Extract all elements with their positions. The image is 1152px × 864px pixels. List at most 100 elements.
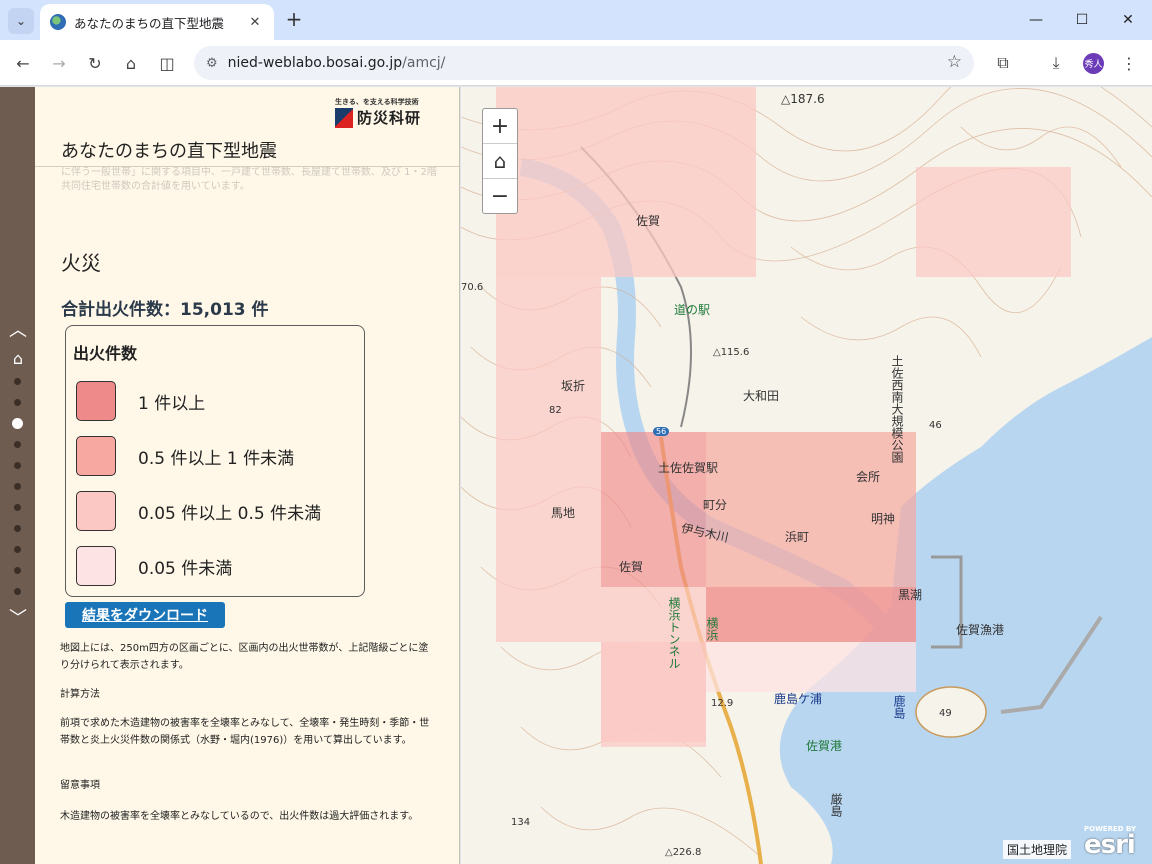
- nav-up-chevron-icon[interactable]: ︿: [6, 319, 30, 343]
- browser-tab[interactable]: あなたのまちの直下型地震 ✕: [40, 4, 274, 40]
- map-label: 厳島: [829, 793, 843, 817]
- legend-label: 0.05 件以上 0.5 件未満: [138, 503, 322, 524]
- faded-text: に伴う一般世帯」に関する項目中、一戸建て世帯数、長屋建て世帯数、及び 1・2階共…: [61, 167, 437, 192]
- nav-dot[interactable]: [14, 588, 21, 595]
- map-label: 土佐佐賀駅: [658, 461, 719, 475]
- section-title: 火災: [61, 251, 101, 275]
- nied-logo-icon: [335, 107, 353, 128]
- legend-swatch: [76, 436, 116, 476]
- nav-dot[interactable]: [14, 483, 21, 490]
- chevron-down-icon: ⌄: [15, 14, 27, 28]
- download-results-button[interactable]: 結果をダウンロード: [65, 602, 225, 628]
- map-label: 鹿島: [892, 695, 906, 719]
- map-label: 佐賀: [636, 214, 661, 228]
- story-nav-rail: ︿ ⌂ ﹀: [0, 87, 35, 864]
- legend-swatch: [76, 491, 116, 531]
- zoom-in-button[interactable]: +: [483, 109, 517, 144]
- close-window-button[interactable]: ✕: [1105, 0, 1151, 40]
- story-panel: 生きる、を支える科学技術 防災科研 あなたのまちの直下型地震 に伴う一般世帯」に…: [35, 87, 460, 864]
- profile-avatar[interactable]: 秀人: [1083, 53, 1104, 74]
- map-view[interactable]: △187.6 佐賀 70.6 道の駅 △115.6 坂折 大和田 82 土佐西南…: [461, 87, 1152, 864]
- legend-swatch: [76, 381, 116, 421]
- esri-logo-text: esri: [1084, 830, 1136, 860]
- page: ︿ ⌂ ﹀ 生きる、を支える科学技術 防災科研 あなたのまちの直下型地震 に伴う…: [0, 87, 1152, 864]
- nav-dot[interactable]: [14, 441, 21, 448]
- map-label: 黒潮: [898, 588, 923, 602]
- map-label: △187.6: [781, 92, 825, 106]
- map-label: △115.6: [713, 347, 750, 358]
- map-label: 会所: [856, 470, 881, 484]
- nav-dot[interactable]: [14, 525, 21, 532]
- map-label: 馬地: [551, 506, 576, 520]
- method-text: 前項で求めた木造建物の被害率を全壊率とみなして、全壊率・発生時刻・季節・世帯数と…: [60, 718, 430, 746]
- legend-label: 1 件以上: [138, 393, 206, 414]
- map-label: 82: [549, 405, 562, 416]
- notes-text: 木造建物の被害率を全壊率とみなしているので、出火件数は過大評価されます。: [60, 811, 419, 822]
- map-label: 佐賀港: [806, 739, 843, 753]
- legend-item: 0.05 件以上 0.5 件未満: [76, 491, 321, 531]
- route-shield: 56: [653, 427, 670, 436]
- map-label: 佐賀: [619, 560, 644, 574]
- map-label: △226.8: [665, 847, 702, 858]
- back-arrow-icon[interactable]: ←: [10, 50, 36, 76]
- map-label: 横浜: [705, 617, 719, 641]
- map-label: 佐賀漁港: [956, 623, 1005, 637]
- site-info-icon[interactable]: ⚙: [206, 56, 218, 71]
- nav-dot[interactable]: [14, 399, 21, 406]
- extensions-icon[interactable]: ⧉: [990, 50, 1016, 76]
- legend-swatch: [76, 546, 116, 586]
- maximize-button[interactable]: ☐: [1059, 0, 1105, 40]
- new-tab-button[interactable]: +: [282, 8, 306, 32]
- globe-favicon-icon: [50, 14, 66, 30]
- zoom-out-button[interactable]: −: [483, 179, 517, 214]
- map-attribution: 国土地理院: [1003, 840, 1072, 859]
- map-label: 大和田: [743, 389, 780, 403]
- home-icon[interactable]: ⌂: [118, 50, 144, 76]
- nav-dot-active[interactable]: [12, 418, 23, 429]
- map-label: 横浜トンネル: [667, 597, 681, 669]
- esri-logo[interactable]: POWERED BY esri: [1084, 825, 1136, 860]
- nav-dot[interactable]: [14, 462, 21, 469]
- description-text: 地図上には、250m四方の区画ごとに、区画内の出火世帯数が、上記階級ごとに塗り分…: [60, 643, 429, 671]
- legend-title: 出火件数: [73, 344, 138, 363]
- nav-dot[interactable]: [14, 567, 21, 574]
- map-label: 12.9: [711, 698, 734, 709]
- bookmark-star-icon[interactable]: ☆: [947, 52, 962, 72]
- map-label: 坂折: [561, 379, 586, 393]
- menu-kebab-icon[interactable]: ⋮: [1116, 50, 1142, 76]
- map-label: 明神: [871, 512, 896, 526]
- legend-item: 1 件以上: [76, 381, 205, 421]
- legend-label: 0.05 件未満: [138, 558, 233, 579]
- tab-close-icon[interactable]: ✕: [246, 15, 264, 30]
- nav-home-icon[interactable]: ⌂: [6, 347, 30, 371]
- map-label: 町分: [703, 498, 728, 512]
- total-fires: 合計出火件数：15,013 件: [61, 300, 269, 320]
- reading-mode-icon[interactable]: ◫: [154, 50, 180, 76]
- tab-bar: ⌄ あなたのまちの直下型地震 ✕ + — ☐ ✕: [0, 0, 1152, 40]
- address-bar[interactable]: ⚙ nied-weblabo.bosai.go.jp/amcj/ ☆: [194, 46, 974, 80]
- tab-title: あなたのまちの直下型地震: [74, 15, 225, 31]
- tab-search-button[interactable]: ⌄: [8, 8, 34, 34]
- map-label: 134: [511, 817, 531, 828]
- map-label: 浜町: [785, 530, 810, 544]
- nav-dot[interactable]: [14, 378, 21, 385]
- home-extent-button[interactable]: ⌂: [483, 144, 517, 179]
- nied-logo: 防災科研: [335, 107, 421, 128]
- forward-arrow-icon[interactable]: →: [46, 50, 72, 76]
- nav-dot[interactable]: [14, 546, 21, 553]
- nav-down-chevron-icon[interactable]: ﹀: [6, 607, 30, 631]
- reload-icon[interactable]: ↻: [82, 50, 108, 76]
- nav-dot[interactable]: [14, 504, 21, 511]
- minimize-button[interactable]: —: [1013, 0, 1059, 40]
- map-label: 46: [929, 420, 942, 431]
- method-heading: 計算方法: [60, 689, 100, 700]
- map-label: 道の駅: [674, 303, 711, 317]
- download-icon[interactable]: ⤓: [1043, 50, 1069, 76]
- legend: 出火件数 1 件以上 0.5 件以上 1 件未満 0.05 件以上 0.5 件未…: [65, 325, 365, 597]
- zoom-control: + ⌂ −: [482, 108, 518, 214]
- legend-item: 0.5 件以上 1 件未満: [76, 436, 294, 476]
- browser-toolbar: ← → ↻ ⌂ ◫ ⚙ nied-weblabo.bosai.go.jp/amc…: [0, 40, 1152, 86]
- legend-label: 0.5 件以上 1 件未満: [138, 448, 295, 469]
- page-title: あなたのまちの直下型地震: [61, 141, 277, 162]
- legend-item: 0.05 件未満: [76, 546, 232, 586]
